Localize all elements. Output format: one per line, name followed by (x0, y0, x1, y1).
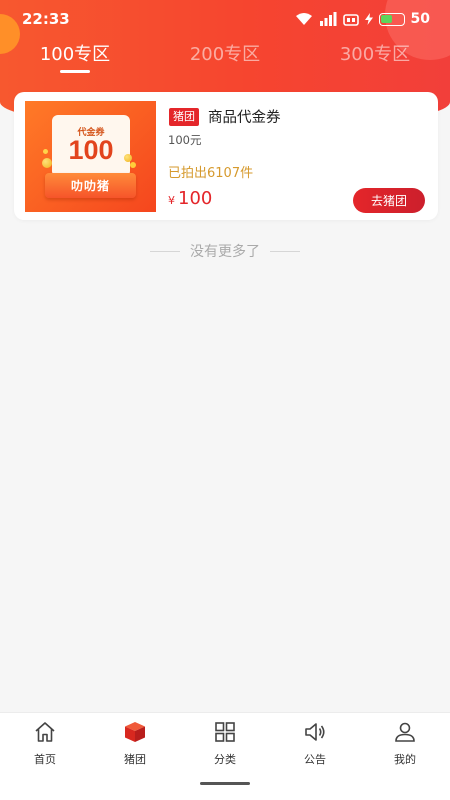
status-bar: 22:33 50 (0, 0, 450, 38)
charging-icon (364, 13, 373, 25)
coin-decor (130, 162, 136, 168)
status-icons: 50 (295, 11, 430, 27)
nav-label: 分类 (214, 753, 236, 766)
nav-item-group[interactable]: 猪团 (90, 713, 180, 769)
divider (270, 250, 300, 252)
nav-label: 我的 (394, 753, 416, 766)
join-group-button[interactable]: 去猪团 (353, 188, 425, 213)
coin-decor (124, 154, 132, 162)
list-end-indicator: 没有更多了 (0, 240, 450, 262)
nav-item-announcement[interactable]: 公告 (270, 713, 360, 769)
signal-hd-icon (342, 12, 359, 26)
voucher-value: 100 (68, 135, 114, 165)
sold-count: 已拍出6107件 (168, 166, 254, 181)
nav-label: 公告 (304, 753, 326, 766)
price-amount: 100 (178, 188, 213, 209)
speaker-icon (303, 720, 327, 748)
signal-icon (319, 12, 337, 26)
bottom-nav: 首页 猪团 分类 公告 我的 (0, 712, 450, 800)
battery-icon (378, 12, 405, 26)
product-title: 商品代金券 (208, 110, 281, 126)
zone-tabs: 100专区 200专区 300专区 (0, 38, 450, 78)
brand-name: 叻叻猪 (70, 179, 110, 193)
nav-item-profile[interactable]: 我的 (360, 713, 450, 769)
nav-item-category[interactable]: 分类 (180, 713, 270, 769)
active-tab-indicator (60, 70, 90, 73)
voucher-graphic: 代金券 100 (52, 115, 130, 177)
product-image: 代金券 100 叻叻猪 (25, 101, 156, 212)
tab-label: 300专区 (339, 44, 411, 65)
grid-icon (213, 720, 237, 748)
nav-item-home[interactable]: 首页 (0, 713, 90, 769)
divider (150, 250, 180, 252)
brand-banner: 叻叻猪 (45, 173, 136, 198)
tab-300-zone[interactable]: 300专区 (300, 38, 450, 66)
list-end-text: 没有更多了 (190, 244, 260, 260)
coin-decor (42, 158, 52, 168)
tab-label: 200专区 (189, 44, 261, 65)
product-subtitle: 100元 (168, 133, 202, 147)
status-time: 22:33 (22, 10, 70, 28)
group-tag: 猪团 (169, 108, 199, 126)
wifi-icon (295, 12, 313, 26)
tab-100-zone[interactable]: 100专区 (0, 38, 150, 73)
tab-200-zone[interactable]: 200专区 (150, 38, 300, 66)
coin-decor (43, 149, 48, 154)
home-indicator[interactable] (200, 782, 250, 785)
box-icon (123, 720, 147, 748)
currency-symbol: ¥ (168, 194, 175, 207)
nav-label: 首页 (34, 753, 56, 766)
home-icon (33, 720, 57, 748)
battery-level: 50 (410, 11, 430, 27)
nav-label: 猪团 (124, 753, 146, 766)
tab-label: 100专区 (39, 44, 111, 65)
product-card[interactable]: 代金券 100 叻叻猪 猪团 商品代金券 100元 已拍出6107件 ¥ 100… (14, 92, 438, 220)
user-icon (393, 720, 417, 748)
product-price: ¥ 100 (168, 188, 212, 209)
